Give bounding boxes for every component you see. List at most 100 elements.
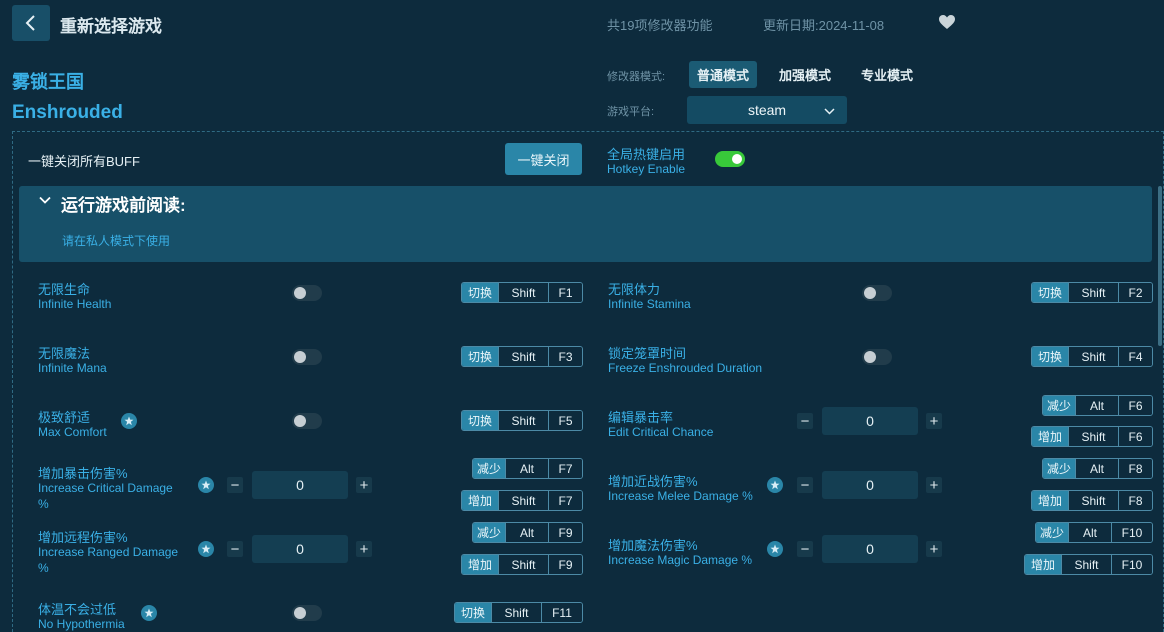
hotkey-modifier: Alt <box>505 459 548 478</box>
decrease-button[interactable]: − <box>797 477 813 493</box>
option-label-en: % <box>38 560 49 576</box>
option-label-en: % <box>38 496 49 512</box>
hotkey-key: F8 <box>1118 491 1152 510</box>
mode-pro-button[interactable]: 专业模式 <box>853 61 921 88</box>
increase-button[interactable]: + <box>926 541 942 557</box>
close-all-button[interactable]: 一键关闭 <box>505 143 582 175</box>
increase-button[interactable]: + <box>356 477 372 493</box>
hotkey-modifier: Shift <box>498 283 548 302</box>
back-button[interactable] <box>12 5 50 41</box>
option-toggle[interactable] <box>292 605 322 621</box>
hotkey-chip[interactable]: 增加 Shift F9 <box>461 554 583 575</box>
heart-icon[interactable] <box>938 14 956 30</box>
star-icon <box>767 541 783 557</box>
decrease-button[interactable]: − <box>227 541 243 557</box>
value-input[interactable]: 0 <box>822 471 918 499</box>
hotkey-enable-label-en: Hotkey Enable <box>607 162 685 176</box>
option-toggle[interactable] <box>292 349 322 365</box>
increase-button[interactable]: + <box>926 413 942 429</box>
hotkey-key: F2 <box>1118 283 1152 302</box>
hotkey-chip[interactable]: 切换 Shift F3 <box>461 346 583 367</box>
hotkey-key: F8 <box>1118 459 1152 478</box>
platform-select[interactable]: steam <box>687 96 847 124</box>
hotkey-modifier: Shift <box>1068 283 1118 302</box>
decrease-button[interactable]: − <box>227 477 243 493</box>
option-label-en: Infinite Health <box>38 296 111 312</box>
hotkey-chip[interactable]: 减少 Alt F7 <box>472 458 583 479</box>
value-input[interactable]: 0 <box>822 407 918 435</box>
hotkey-action: 增加 <box>1032 427 1068 446</box>
feature-count: 共19项修改器功能 <box>607 15 712 34</box>
hotkey-key: F5 <box>548 411 582 430</box>
hotkey-key: F9 <box>548 555 582 574</box>
value-input[interactable]: 0 <box>252 535 348 563</box>
hotkey-chip[interactable]: 增加 Shift F10 <box>1024 554 1153 575</box>
hotkey-modifier: Shift <box>1061 555 1111 574</box>
hotkey-modifier: Shift <box>498 411 548 430</box>
hotkey-modifier: Shift <box>498 555 548 574</box>
hotkey-chip[interactable]: 减少 Alt F10 <box>1035 522 1153 543</box>
hotkey-chip[interactable]: 增加 Shift F7 <box>461 490 583 511</box>
decrease-button[interactable]: − <box>797 541 813 557</box>
hotkey-chip[interactable]: 切换 Shift F1 <box>461 282 583 303</box>
hotkey-action: 增加 <box>1025 555 1061 574</box>
decrease-button[interactable]: − <box>797 413 813 429</box>
value-input[interactable]: 0 <box>252 471 348 499</box>
chevron-down-icon <box>824 107 835 115</box>
hotkey-modifier: Alt <box>1068 523 1111 542</box>
hotkey-action: 切换 <box>1032 283 1068 302</box>
option-label-en: Increase Magic Damage % <box>608 552 752 568</box>
hotkey-action: 减少 <box>1043 459 1075 478</box>
hotkey-key: F4 <box>1118 347 1152 366</box>
hotkey-chip[interactable]: 减少 Alt F8 <box>1042 458 1153 479</box>
game-name-cn: 雾锁王国 <box>12 68 84 94</box>
hotkey-action: 增加 <box>462 491 498 510</box>
hotkey-modifier: Alt <box>1075 396 1118 415</box>
hotkey-enable-toggle[interactable] <box>715 151 745 167</box>
star-icon <box>121 413 137 429</box>
hotkey-action: 切换 <box>1032 347 1068 366</box>
chevron-down-icon <box>39 196 51 204</box>
hotkey-action: 减少 <box>473 523 505 542</box>
hotkey-action: 切换 <box>462 283 498 302</box>
hotkey-chip[interactable]: 切换 Shift F5 <box>461 410 583 431</box>
option-toggle[interactable] <box>292 413 322 429</box>
hotkey-key: F7 <box>548 459 582 478</box>
platform-label: 游戏平台: <box>607 103 654 119</box>
increase-button[interactable]: + <box>926 477 942 493</box>
notice-title: 运行游戏前阅读: <box>61 191 186 216</box>
option-label-en: Infinite Stamina <box>608 296 691 312</box>
hotkey-chip[interactable]: 切换 Shift F2 <box>1031 282 1153 303</box>
notice-panel[interactable]: 运行游戏前阅读: 请在私人模式下使用 <box>19 186 1152 262</box>
option-toggle[interactable] <box>862 349 892 365</box>
value-input[interactable]: 0 <box>822 535 918 563</box>
hotkey-key: F11 <box>541 603 582 622</box>
star-icon <box>198 541 214 557</box>
hotkey-action: 切换 <box>462 411 498 430</box>
option-label-en: Increase Melee Damage % <box>608 488 753 504</box>
option-label-en: Increase Critical Damage <box>38 480 173 496</box>
hotkey-chip[interactable]: 切换 Shift F11 <box>454 602 583 623</box>
hotkey-enable-label-cn: 全局热键启用 <box>607 144 685 163</box>
hotkey-chip[interactable]: 减少 Alt F9 <box>472 522 583 543</box>
mode-enhanced-button[interactable]: 加强模式 <box>771 61 839 88</box>
hotkey-key: F10 <box>1111 523 1152 542</box>
hotkey-chip[interactable]: 切换 Shift F4 <box>1031 346 1153 367</box>
mode-normal-button[interactable]: 普通模式 <box>689 61 757 88</box>
option-label-en: Edit Critical Chance <box>608 424 713 440</box>
increase-button[interactable]: + <box>356 541 372 557</box>
option-toggle[interactable] <box>292 285 322 301</box>
option-toggle[interactable] <box>862 285 892 301</box>
hotkey-modifier: Shift <box>498 491 548 510</box>
hotkey-chip[interactable]: 增加 Shift F8 <box>1031 490 1153 511</box>
hotkey-action: 增加 <box>1032 491 1068 510</box>
hotkey-chip[interactable]: 增加 Shift F6 <box>1031 426 1153 447</box>
hotkey-key: F7 <box>548 491 582 510</box>
hotkey-action: 减少 <box>1043 396 1075 415</box>
hotkey-chip[interactable]: 减少 Alt F6 <box>1042 395 1153 416</box>
back-arrow-icon <box>23 14 39 32</box>
scrollbar[interactable] <box>1158 186 1162 346</box>
option-label-en: Increase Ranged Damage <box>38 544 178 560</box>
hotkey-key: F9 <box>548 523 582 542</box>
option-label-en: Freeze Enshrouded Duration <box>608 360 762 376</box>
